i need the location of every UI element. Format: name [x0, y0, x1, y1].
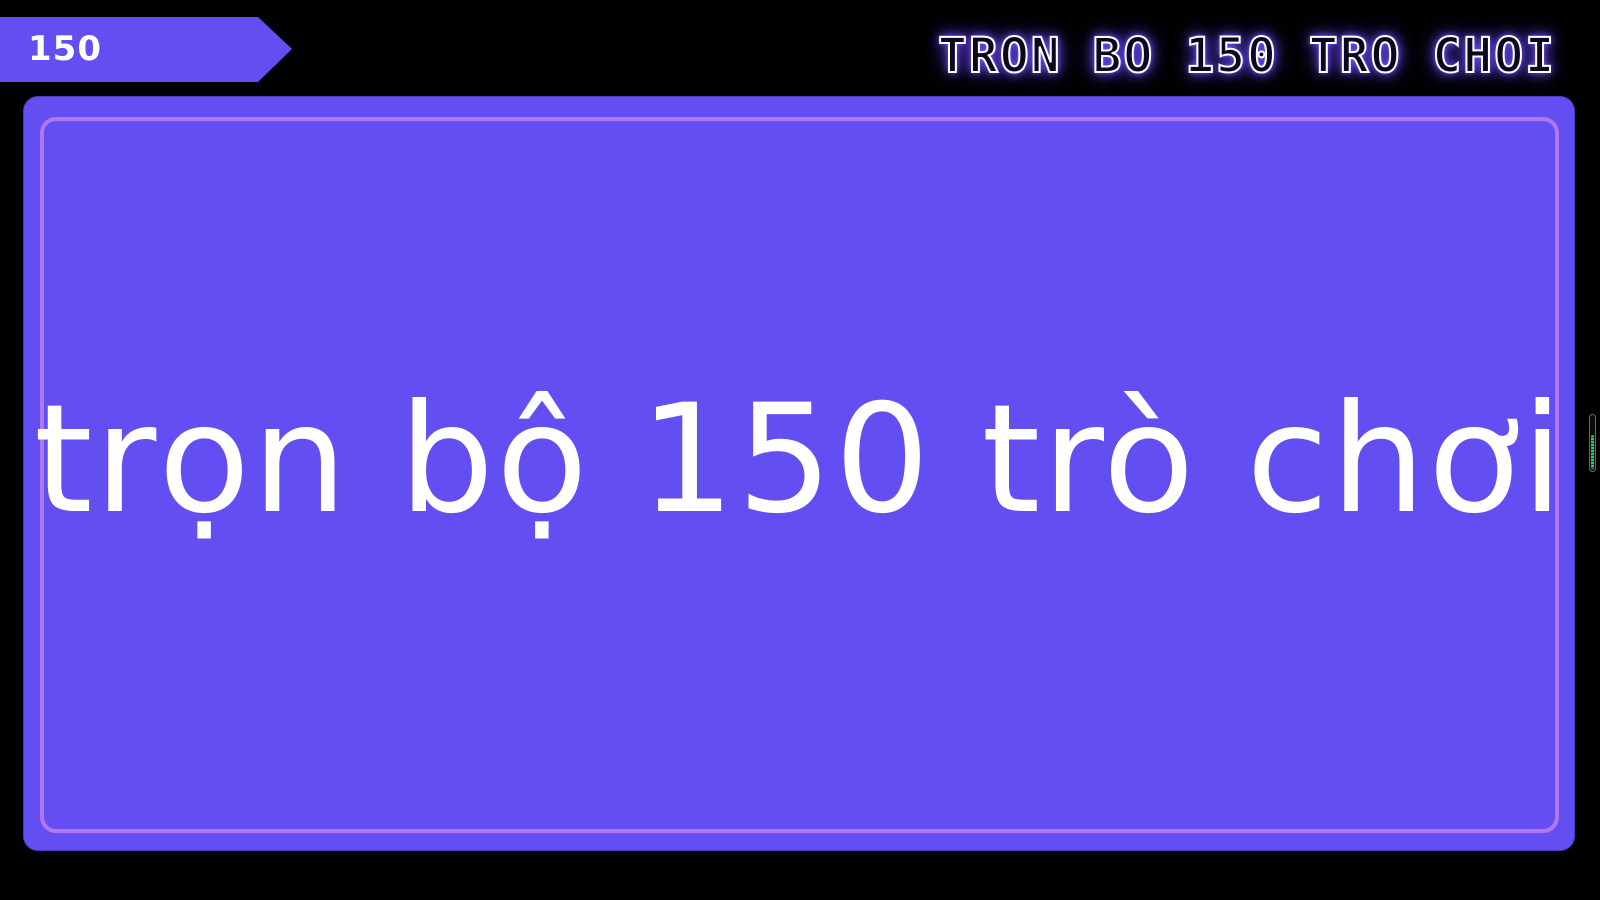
game-stage: 150 TRON BO 150 TRO CHOI trọn bộ 150 trò…: [0, 0, 1600, 900]
title-card: trọn bộ 150 trò chơi: [24, 97, 1574, 850]
scroll-indicator-fill: [1591, 435, 1594, 469]
neon-title: TRON BO 150 TRO CHOI: [937, 27, 1556, 85]
badge-label: 150: [28, 29, 102, 69]
title-card-frame: trọn bộ 150 trò chơi: [34, 117, 1563, 833]
card-headline: trọn bộ 150 trò chơi: [33, 373, 1566, 547]
scroll-indicator[interactable]: [1589, 414, 1596, 472]
count-badge: 150: [0, 17, 292, 82]
